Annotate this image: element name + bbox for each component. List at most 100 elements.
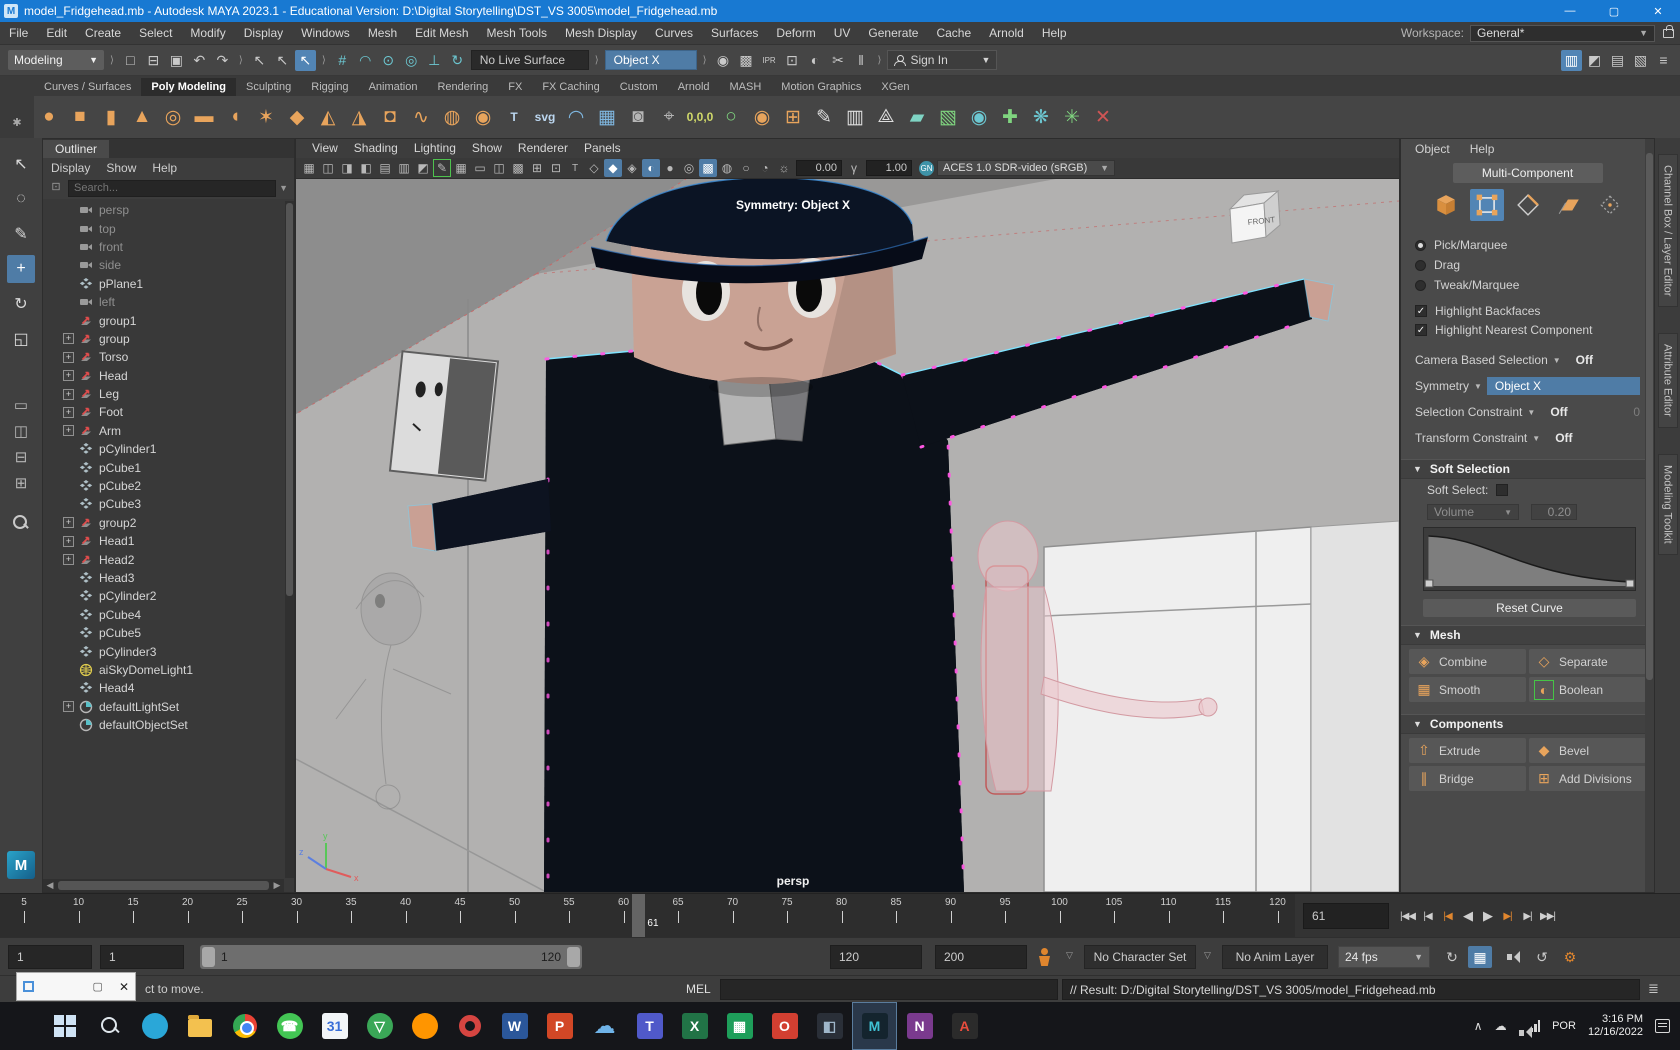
render-current-frame-icon[interactable]: ▩ <box>736 50 757 71</box>
language-indicator[interactable]: POR <box>1552 1020 1576 1032</box>
outliner-item-torso[interactable]: +Torso <box>43 348 284 366</box>
script-editor-icon[interactable]: ≣ <box>1648 981 1659 997</box>
outliner-item-pcylinder2[interactable]: pCylinder2 <box>43 587 284 605</box>
layout-single-pane[interactable]: ▭ <box>9 395 33 415</box>
pause-icon[interactable]: ‖ <box>851 50 872 71</box>
lasso-tool[interactable]: ◌ <box>7 185 35 213</box>
multi-cut-icon[interactable]: ✎ <box>809 101 839 133</box>
poly-helix-icon[interactable]: ∿ <box>406 101 436 133</box>
poly-torus-icon[interactable]: ◎ <box>158 101 188 133</box>
gamma-field[interactable]: 1.00 <box>866 160 912 176</box>
shelf-tab-sculpting[interactable]: Sculpting <box>236 78 301 96</box>
snap-grid-icon[interactable]: # <box>332 50 353 71</box>
edge-icon[interactable] <box>132 1002 177 1050</box>
outliner-item-persp[interactable]: persp <box>43 201 284 219</box>
bookmarks-icon[interactable]: ◧ <box>357 159 375 177</box>
bifrost-liquid-icon[interactable]: ◉ <box>964 101 994 133</box>
radio-pick-marquee[interactable]: Pick/Marquee <box>1415 235 1640 255</box>
expand-icon[interactable]: + <box>63 554 74 565</box>
display-layers-icon[interactable]: ◐ <box>805 50 826 71</box>
lock-camera-icon[interactable]: ◫ <box>319 159 337 177</box>
row-transform-constraint[interactable]: Transform Constraint▼Off <box>1415 425 1640 451</box>
mini-window-close-icon[interactable]: ✕ <box>119 980 129 994</box>
shelf-tab-rendering[interactable]: Rendering <box>427 78 498 96</box>
checkbox-highlight-backfaces[interactable]: ✓Highlight Backfaces <box>1415 301 1640 320</box>
edge-mode-icon[interactable] <box>1511 189 1545 221</box>
field-chart-icon[interactable]: ⊞ <box>528 159 546 177</box>
menu-edit-mesh[interactable]: Edit Mesh <box>406 22 477 45</box>
side-tab-attribute-editor[interactable]: Attribute Editor <box>1658 333 1678 428</box>
ao-icon[interactable]: ◎ <box>680 159 698 177</box>
sweep-mesh-icon[interactable]: ◠ <box>561 101 591 133</box>
reset-curve-button[interactable]: Reset Curve <box>1423 599 1636 617</box>
undo-icon[interactable]: ↶ <box>189 50 210 71</box>
poly-gear-icon[interactable]: ✶ <box>251 101 281 133</box>
powerpoint-icon[interactable]: P <box>537 1002 582 1050</box>
shelf-tab-curves-surfaces[interactable]: Curves / Surfaces <box>34 78 141 96</box>
poly-cone-icon[interactable]: ▲ <box>127 101 157 133</box>
go-to-end-button[interactable]: ▶▶| <box>1538 902 1557 930</box>
layer-editor-toggle[interactable]: ≡ <box>1653 50 1674 71</box>
shelf-tab-xgen[interactable]: XGen <box>871 78 919 96</box>
bevel-button[interactable]: ◆Bevel <box>1529 738 1646 763</box>
search-options-icon[interactable]: ▼ <box>279 183 290 193</box>
row-camera-based-selection[interactable]: Camera Based Selection▼Off <box>1415 347 1640 373</box>
poly-prism-icon[interactable]: ◮ <box>344 101 374 133</box>
camera-aim-icon[interactable]: ◙ <box>623 101 653 133</box>
wireframe-icon[interactable]: ◇ <box>585 159 603 177</box>
outliner-item-foot[interactable]: +Foot <box>43 403 284 421</box>
shelf-tab-animation[interactable]: Animation <box>359 78 428 96</box>
maps-icon[interactable]: ▽ <box>357 1002 402 1050</box>
perspective-viewport[interactable]: ViewShadingLightingShowRendererPanels ▦◫… <box>295 138 1400 893</box>
taskbar-clock[interactable]: 3:16 PM 12/16/2022 <box>1588 1013 1643 1039</box>
multi-component-mode-icon[interactable] <box>1470 189 1504 221</box>
symmetry-object-field[interactable]: Object X <box>605 50 697 70</box>
shelf-tab-mash[interactable]: MASH <box>720 78 772 96</box>
mute-audio-icon[interactable] <box>1502 946 1526 968</box>
new-scene-icon[interactable]: □ <box>120 50 141 71</box>
gate-mask-icon[interactable]: ▩ <box>509 159 527 177</box>
shelf-tab-arnold[interactable]: Arnold <box>668 78 720 96</box>
side-tab-channel-box-layer-editor[interactable]: Channel Box / Layer Editor <box>1658 154 1678 307</box>
outliner-item-pplane1[interactable]: pPlane1 <box>43 275 284 293</box>
dropdown-icon[interactable]: ▼ <box>1527 408 1535 417</box>
menu-mesh[interactable]: Mesh <box>359 22 406 45</box>
make-live-icon[interactable]: ↻ <box>447 50 468 71</box>
outliner-item-group1[interactable]: group1 <box>43 311 284 329</box>
dropdown-icon[interactable]: ▼ <box>1474 382 1482 391</box>
expand-icon[interactable]: + <box>63 407 74 418</box>
expand-icon[interactable]: + <box>63 333 74 344</box>
exposure-icon[interactable]: ☼ <box>775 159 793 177</box>
step-forward-frame-button[interactable]: ▶| <box>1518 902 1537 930</box>
current-frame-field[interactable]: 61 <box>1303 903 1389 929</box>
menu-modify[interactable]: Modify <box>181 22 234 45</box>
toolkit-menu-object[interactable]: Object <box>1415 142 1450 156</box>
poly-pipe-icon[interactable]: ◘ <box>375 101 405 133</box>
shelf-gear-icon[interactable]: ✱ <box>12 116 21 129</box>
ipr-render-icon[interactable]: IPR <box>759 50 780 71</box>
expand-icon[interactable]: + <box>63 517 74 528</box>
open-scene-icon[interactable]: ⊟ <box>143 50 164 71</box>
table-grid-icon[interactable]: ▦ <box>592 101 622 133</box>
radio-tweak-marquee[interactable]: Tweak/Marquee <box>1415 275 1640 295</box>
shelf-tab-fx-caching[interactable]: FX Caching <box>532 78 609 96</box>
resolution-gate-icon[interactable]: ◫ <box>490 159 508 177</box>
attribute-editor-toggle[interactable]: ▧ <box>1630 50 1651 71</box>
menu-mesh-tools[interactable]: Mesh Tools <box>478 22 556 45</box>
tray-expand-icon[interactable]: ∧ <box>1474 1019 1483 1033</box>
menu-deform[interactable]: Deform <box>767 22 824 45</box>
outliner-item-head4[interactable]: Head4 <box>43 679 284 697</box>
outliner-item-pcube4[interactable]: pCube4 <box>43 606 284 624</box>
safe-title-icon[interactable]: T <box>566 159 584 177</box>
shelf-tab-motion-graphics[interactable]: Motion Graphics <box>771 78 871 96</box>
canvas-icon[interactable] <box>447 1002 492 1050</box>
play-forwards-button[interactable]: ▶ <box>1478 902 1497 930</box>
expand-icon[interactable]: + <box>63 352 74 363</box>
snap-view-plane-icon[interactable]: ⊥ <box>424 50 445 71</box>
acrobat-icon[interactable]: A <box>942 1002 987 1050</box>
extrude-button[interactable]: ⇧Extrude <box>1409 738 1526 763</box>
toolkit-menu-help[interactable]: Help <box>1470 142 1495 156</box>
snap-projected-center-icon[interactable]: ◎ <box>401 50 422 71</box>
step-back-frame-button[interactable]: |◀ <box>1418 902 1437 930</box>
soft-selection-header[interactable]: ▼Soft Selection <box>1401 459 1654 479</box>
